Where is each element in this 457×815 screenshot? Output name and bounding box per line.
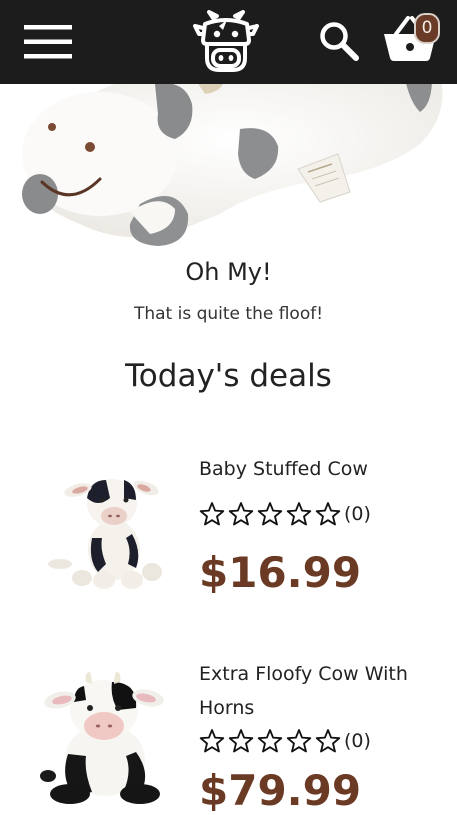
deals-heading: Today's deals	[125, 358, 332, 394]
hero-title: Oh My!	[185, 258, 272, 286]
star-outline-icon	[315, 502, 341, 526]
product-card[interactable]: Extra Floofy Cow With Horns (0) $79.99	[0, 640, 457, 815]
floofy-cow-with-horns-image[interactable]	[40, 668, 170, 808]
star-outline-icon	[228, 502, 254, 526]
star-outline-icon	[286, 502, 312, 526]
product-card[interactable]: Baby Stuffed Cow (0) $16.99	[0, 430, 457, 620]
star-outline-icon	[199, 729, 225, 753]
hero-plush-cow-image	[0, 84, 457, 252]
product-price: $16.99	[199, 548, 362, 597]
star-outline-icon	[199, 502, 225, 526]
cart-count-badge[interactable]: 0	[414, 13, 440, 44]
star-outline-icon	[257, 729, 283, 753]
hero-subtitle: That is quite the floof!	[133, 304, 324, 324]
star-rating: (0)	[199, 501, 371, 527]
rating-count: (0)	[344, 730, 371, 752]
hamburger-menu-icon[interactable]	[24, 24, 72, 60]
star-outline-icon	[257, 502, 283, 526]
product-name[interactable]: Baby Stuffed Cow	[199, 452, 429, 486]
star-outline-icon	[228, 729, 254, 753]
top-navigation-bar: 0	[0, 0, 457, 84]
product-price: $79.99	[199, 766, 362, 815]
star-rating: (0)	[199, 728, 371, 754]
search-icon[interactable]	[318, 20, 360, 62]
star-outline-icon	[315, 729, 341, 753]
product-name[interactable]: Extra Floofy Cow With Horns	[199, 657, 429, 725]
rating-count: (0)	[344, 503, 371, 525]
star-outline-icon	[286, 729, 312, 753]
baby-stuffed-cow-image[interactable]	[40, 468, 170, 598]
cow-head-logo-icon[interactable]	[193, 10, 259, 74]
